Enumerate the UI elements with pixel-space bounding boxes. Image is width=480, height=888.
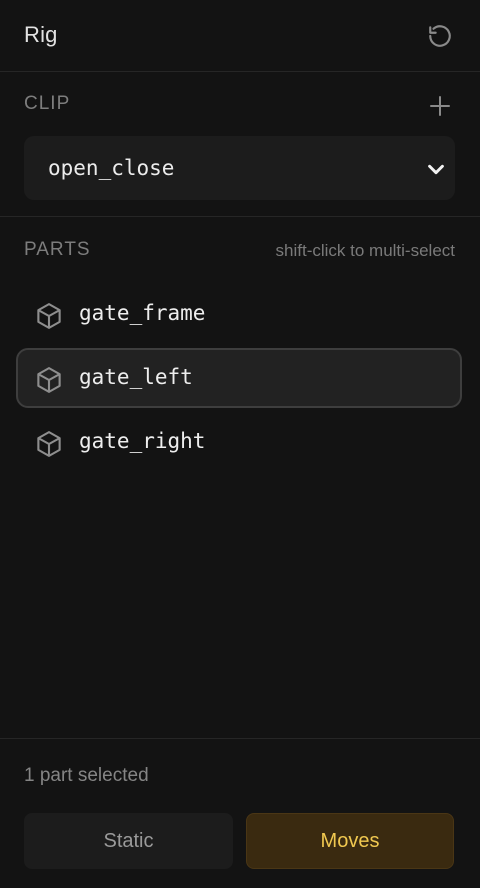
parts-section-label: PARTS — [24, 239, 91, 260]
moves-button[interactable]: Moves — [246, 813, 454, 869]
reset-button[interactable] — [424, 20, 456, 52]
panel-footer: 1 part selected Static Moves — [0, 738, 480, 888]
part-name: gate_frame — [79, 301, 206, 325]
parts-section: PARTS shift-click to multi-select gate_f… — [0, 218, 480, 738]
reset-icon — [429, 25, 451, 47]
add-clip-button[interactable] — [424, 90, 456, 122]
clip-section: CLIP open_close — [0, 72, 480, 217]
clip-section-label: CLIP — [24, 93, 71, 114]
cube-icon — [37, 367, 61, 393]
part-item-gate-left[interactable]: gate_left — [16, 348, 462, 408]
static-button[interactable]: Static — [24, 813, 233, 869]
clip-select-value: open_close — [48, 156, 175, 180]
rig-panel: Rig CLIP open_close PARTS shift-click to… — [0, 0, 480, 888]
panel-header: Rig — [0, 0, 480, 72]
selection-status: 1 part selected — [24, 765, 149, 786]
multi-select-hint: shift-click to multi-select — [275, 241, 455, 260]
part-name: gate_right — [79, 429, 206, 453]
chevron-down-icon — [428, 164, 444, 175]
panel-title: Rig — [24, 22, 58, 47]
clip-select[interactable]: open_close — [24, 136, 455, 200]
part-name: gate_left — [79, 365, 193, 389]
cube-icon — [37, 303, 61, 329]
part-item-gate-right[interactable]: gate_right — [16, 412, 462, 472]
cube-icon — [37, 431, 61, 457]
part-item-gate-frame[interactable]: gate_frame — [16, 284, 462, 344]
plus-icon — [430, 96, 450, 116]
